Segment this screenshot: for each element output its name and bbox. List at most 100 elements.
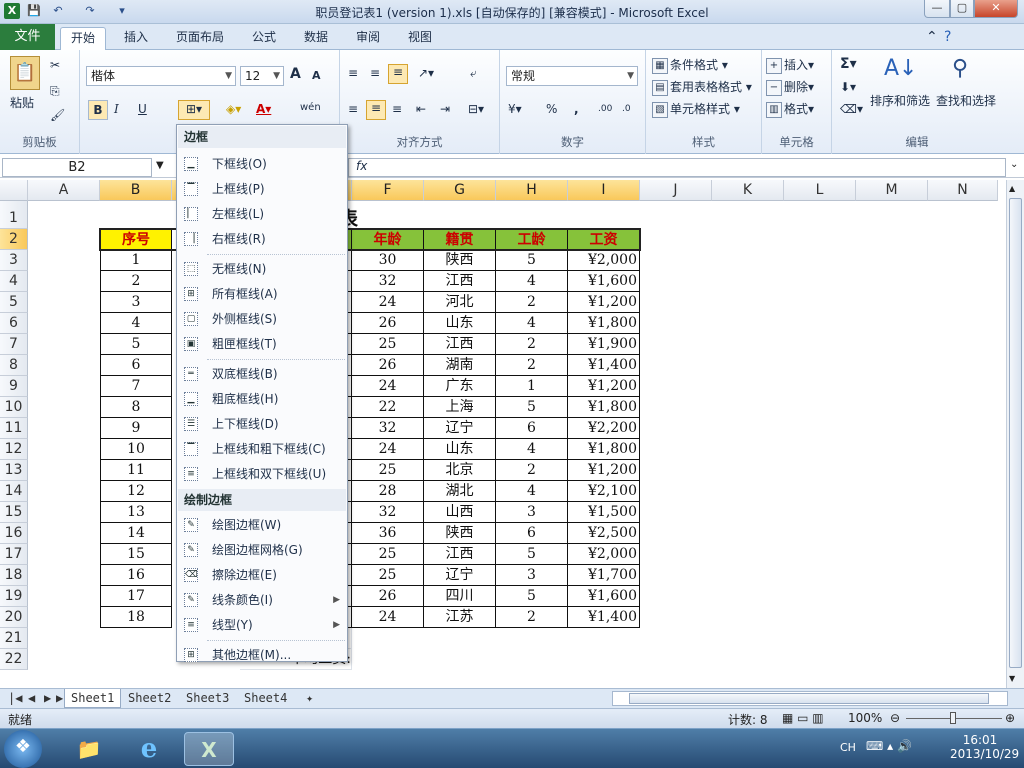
data-cell[interactable]: 9 (100, 418, 172, 440)
row-header-21[interactable]: 21 (0, 628, 28, 650)
copy-icon[interactable]: ⎘ (50, 84, 60, 99)
insert-sheet-icon[interactable]: ✦ (300, 689, 319, 708)
data-cell[interactable]: 3 (100, 292, 172, 314)
menu-item-top-double-bottom-border[interactable]: ≡ 上框线和双下框线(U) (178, 462, 346, 486)
data-cell[interactable]: 江苏 (424, 607, 496, 629)
borders-dropdown-button[interactable]: ⊞▾ (178, 100, 210, 120)
sheet-tab-sheet3[interactable]: Sheet3 (180, 689, 235, 708)
data-cell[interactable]: ¥1,400 (568, 607, 640, 629)
data-cell[interactable]: 26 (352, 586, 424, 608)
data-cell[interactable]: 25 (352, 334, 424, 356)
data-cell[interactable]: ¥2,000 (568, 544, 640, 566)
row-header-4[interactable]: 4 (0, 271, 28, 293)
menu-item-thick-box-border[interactable]: ▣ 粗匣框线(T) (178, 332, 346, 356)
horizontal-scroll-thumb[interactable] (629, 693, 989, 704)
merge-center-icon[interactable]: ⊟▾ (468, 102, 484, 116)
menu-item-draw-border[interactable]: ✎ 绘图边框(W) (178, 513, 346, 537)
data-cell[interactable]: 1 (496, 376, 568, 398)
row-header-17[interactable]: 17 (0, 544, 28, 566)
data-cell[interactable]: ¥2,200 (568, 418, 640, 440)
data-cell[interactable]: ¥2,100 (568, 481, 640, 503)
column-header-k[interactable]: K (712, 180, 784, 201)
data-cell[interactable]: ¥1,900 (568, 334, 640, 356)
row-header-18[interactable]: 18 (0, 565, 28, 587)
normal-view-icon[interactable]: ▦ ▭ ▥ (782, 711, 824, 725)
align-left-icon[interactable]: ≡ (348, 102, 358, 116)
cut-icon[interactable]: ✂ (50, 58, 60, 72)
data-cell[interactable]: 16 (100, 565, 172, 587)
data-cell[interactable]: ¥1,200 (568, 460, 640, 482)
data-cell[interactable]: 北京 (424, 460, 496, 482)
clock[interactable]: 16:01 2013/10/29 (950, 733, 1019, 761)
help-icon[interactable]: ? (934, 27, 961, 50)
data-cell[interactable]: 1 (100, 250, 172, 272)
scroll-up-icon[interactable]: ▲ (1009, 184, 1015, 193)
data-cell[interactable]: 25 (352, 565, 424, 587)
align-bottom-icon[interactable]: ≡ (388, 64, 408, 84)
increase-indent-icon[interactable]: ⇥ (440, 102, 450, 116)
data-cell[interactable]: 辽宁 (424, 418, 496, 440)
data-cell[interactable]: 江西 (424, 544, 496, 566)
data-cell[interactable]: 4 (496, 271, 568, 293)
data-cell[interactable]: 上海 (424, 397, 496, 419)
insert-cells-button[interactable]: + 插入▾ (766, 56, 814, 74)
menu-item-top-border[interactable]: ▔ 上框线(P) (178, 177, 346, 201)
data-cell[interactable]: 25 (352, 460, 424, 482)
row-header-10[interactable]: 10 (0, 397, 28, 419)
format-cells-button[interactable]: ▥ 格式▾ (766, 100, 814, 118)
column-header-m[interactable]: M (856, 180, 928, 201)
shrink-font-button[interactable]: A (312, 69, 321, 82)
paste-icon[interactable]: 📋 (10, 56, 40, 90)
data-cell[interactable]: 6 (496, 418, 568, 440)
data-cell[interactable]: ¥1,800 (568, 313, 640, 335)
column-header-j[interactable]: J (640, 180, 712, 201)
paste-button[interactable]: 粘贴 (10, 94, 34, 111)
grow-font-button[interactable]: A (290, 66, 301, 82)
format-as-table-button[interactable]: ▤ 套用表格格式 ▾ (652, 78, 752, 96)
data-cell[interactable]: 24 (352, 607, 424, 629)
data-cell[interactable]: 5 (100, 334, 172, 356)
zoom-out-icon[interactable]: ⊖ (890, 711, 900, 725)
phonetic-guide-button[interactable]: wén (300, 102, 321, 113)
column-header-a[interactable]: A (28, 180, 100, 201)
data-cell[interactable]: 5 (496, 397, 568, 419)
start-button[interactable]: ❖ (4, 730, 42, 768)
column-header-g[interactable]: G (424, 180, 496, 201)
data-cell[interactable]: ¥1,600 (568, 271, 640, 293)
data-cell[interactable]: 广东 (424, 376, 496, 398)
menu-item-right-border[interactable]: ▕ 右框线(R) (178, 227, 346, 251)
data-cell[interactable]: 5 (496, 250, 568, 272)
data-cell[interactable]: 22 (352, 397, 424, 419)
data-cell[interactable]: 11 (100, 460, 172, 482)
data-cell[interactable]: 山西 (424, 502, 496, 524)
data-cell[interactable]: 山东 (424, 313, 496, 335)
data-cell[interactable]: ¥1,800 (568, 439, 640, 461)
sort-filter-button[interactable]: 排序和筛选 (870, 92, 930, 109)
number-format-combo[interactable]: 常规 ▼ (506, 66, 638, 86)
data-cell[interactable]: 河北 (424, 292, 496, 314)
underline-button[interactable]: U (138, 102, 147, 116)
row-header-7[interactable]: 7 (0, 334, 28, 356)
data-cell[interactable]: 6 (496, 523, 568, 545)
data-cell[interactable]: 2 (496, 607, 568, 629)
close-button[interactable]: ✕ (974, 0, 1018, 18)
menu-item-all-borders[interactable]: ⊞ 所有框线(A) (178, 282, 346, 306)
data-cell[interactable]: 18 (100, 607, 172, 629)
header-cell-i[interactable]: 工资 (568, 229, 640, 251)
data-cell[interactable]: 8 (100, 397, 172, 419)
menu-item-top-thick-bottom-border[interactable]: ▔ 上框线和粗下框线(C) (178, 437, 346, 461)
scroll-down-icon[interactable]: ▼ (1009, 674, 1015, 683)
data-cell[interactable]: 湖南 (424, 355, 496, 377)
tab-view[interactable]: 视图 (398, 27, 442, 50)
data-cell[interactable]: 4 (496, 313, 568, 335)
data-cell[interactable]: 辽宁 (424, 565, 496, 587)
zoom-level[interactable]: 100% (848, 711, 882, 725)
data-cell[interactable]: 4 (100, 313, 172, 335)
tab-page-layout[interactable]: 页面布局 (166, 27, 234, 50)
data-cell[interactable]: 32 (352, 418, 424, 440)
data-cell[interactable]: 2 (100, 271, 172, 293)
header-cell-h[interactable]: 工龄 (496, 229, 568, 251)
sheet-tab-sheet2[interactable]: Sheet2 (122, 689, 177, 708)
decrease-decimal-button[interactable]: .0 (622, 104, 631, 114)
data-cell[interactable]: 2 (496, 334, 568, 356)
